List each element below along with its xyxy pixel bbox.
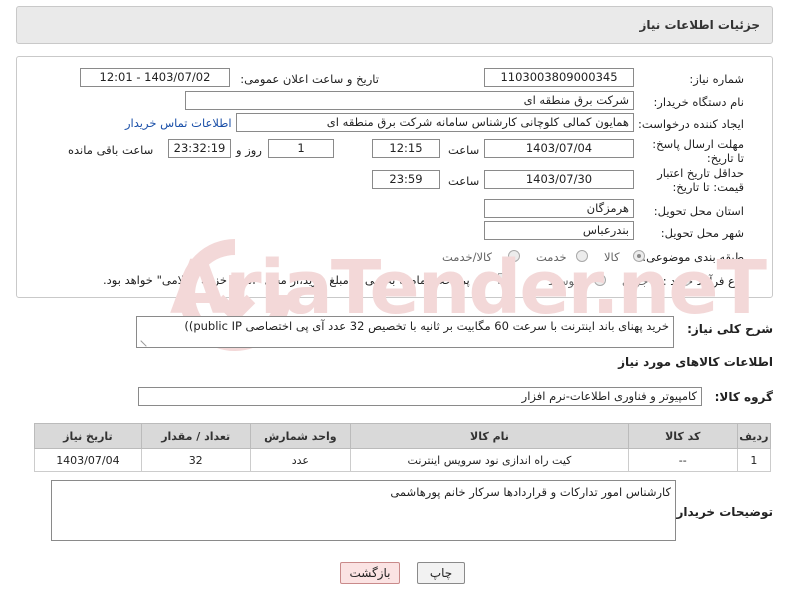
col-quantity: تعداد / مقدار — [140, 423, 251, 449]
remaining-time-field: 23:32:19 — [168, 139, 231, 158]
treasury-payment-note: پرداخت تمام یا بخشی از مبلغ خرید،از محل … — [103, 273, 470, 287]
process-medium-label: متوسط — [548, 274, 585, 288]
validity-date-field: 1403/07/30 — [484, 170, 634, 189]
print-button[interactable]: چاپ — [417, 562, 465, 584]
category-goods-service-label: کالا/خدمت — [442, 250, 493, 264]
category-label: طبقه بندی موضوعی: — [642, 250, 744, 264]
cell-row-number: 1 — [736, 448, 772, 472]
goods-table: ردیف کد کالا نام کالا واحد شمارش تعداد /… — [34, 423, 772, 472]
process-label: نوع فرآیند خرید : — [662, 274, 744, 288]
deadline-label: مهلت ارسال پاسخ: تا تاریخ: — [652, 137, 744, 165]
back-button[interactable]: بازگشت — [340, 562, 400, 584]
process-medium-radio[interactable] — [594, 274, 606, 286]
cell-quantity: 32 — [140, 448, 251, 472]
buyer-org-label: نام دستگاه خریدار: — [653, 95, 744, 109]
treasury-payment-checkbox[interactable] — [498, 273, 509, 284]
creator-label: ایجاد کننده درخواست: — [638, 117, 744, 131]
col-need-date: تاریخ نیاز — [34, 423, 142, 449]
province-label: استان محل تحویل: — [653, 204, 744, 218]
process-partial-label: جزیی — [622, 274, 649, 288]
description-label: شرح کلی نیاز: — [687, 322, 773, 336]
deadline-time-label: ساعت — [448, 143, 480, 157]
buyer-notes-label: توضیحات خریدار: — [671, 505, 773, 519]
cell-goods-name: کیت راه اندازی نود سرویس اینترنت — [350, 448, 629, 472]
validity-time-field: 23:59 — [372, 170, 440, 189]
category-service-label: خدمت — [536, 250, 567, 264]
days-count-field: 1 — [268, 139, 334, 158]
cell-goods-code: -- — [627, 448, 738, 472]
validity-time-label: ساعت — [448, 174, 480, 188]
days-label: روز و — [236, 143, 262, 157]
announce-label: تاریخ و ساعت اعلان عمومی: — [240, 72, 379, 86]
buyer-notes-text: کارشناس امور تدارکات و قراردادها سرکار خ… — [390, 485, 671, 499]
announce-datetime-field: 1403/07/02 - 12:01 — [80, 68, 230, 87]
category-goods-label: کالا — [604, 250, 620, 264]
goods-table-header: ردیف کد کالا نام کالا واحد شمارش تعداد /… — [34, 423, 772, 449]
process-partial-radio[interactable] — [679, 274, 691, 286]
validity-label: حداقل تاریخ اعتبار قیمت: تا تاریخ: — [657, 166, 744, 194]
col-goods-name: نام کالا — [350, 423, 629, 449]
goods-group-field: کامپیوتر و فناوری اطلاعات-نرم افزار — [138, 387, 702, 406]
page-title: جزئیات اطلاعات نیاز — [639, 18, 760, 32]
province-field: هرمزگان — [484, 199, 634, 218]
need-number-field: 1103003809000345 — [484, 68, 634, 87]
col-row-number: ردیف — [736, 423, 772, 449]
category-goods-radio[interactable] — [633, 250, 645, 262]
category-service-radio[interactable] — [576, 250, 588, 262]
remaining-label: ساعت باقی مانده — [68, 143, 154, 157]
need-number-label: شماره نیاز: — [689, 72, 744, 86]
deadline-time-field: 12:15 — [372, 139, 440, 158]
buyer-org-field: شرکت برق منطقه ای — [185, 91, 634, 110]
city-label: شهر محل تحویل: — [660, 226, 744, 240]
deadline-date-field: 1403/07/04 — [484, 139, 634, 158]
creator-field: همایون کمالی کلوچانی کارشناس سامانه شرکت… — [236, 113, 634, 132]
col-unit: واحد شمارش — [249, 423, 352, 449]
description-field[interactable]: خرید پهنای باند اینترنت با سرعت 60 مگابی… — [136, 316, 674, 348]
goods-group-label: گروه کالا: — [714, 390, 773, 404]
table-row: 1 -- کیت راه اندازی نود سرویس اینترنت عد… — [34, 448, 772, 472]
description-text: خرید پهنای باند اینترنت با سرعت 60 مگابی… — [184, 319, 669, 333]
goods-section-title: اطلاعات کالاهای مورد نیاز — [618, 355, 773, 369]
col-goods-code: کد کالا — [627, 423, 738, 449]
city-field: بندرعباس — [484, 221, 634, 240]
cell-need-date: 1403/07/04 — [34, 448, 142, 472]
category-goods-service-radio[interactable] — [508, 250, 520, 262]
page-header: جزئیات اطلاعات نیاز — [16, 6, 773, 44]
cell-unit: عدد — [249, 448, 352, 472]
buyer-contact-link[interactable]: اطلاعات تماس خریدار — [125, 116, 232, 130]
buyer-notes-field[interactable]: کارشناس امور تدارکات و قراردادها سرکار خ… — [51, 480, 676, 541]
